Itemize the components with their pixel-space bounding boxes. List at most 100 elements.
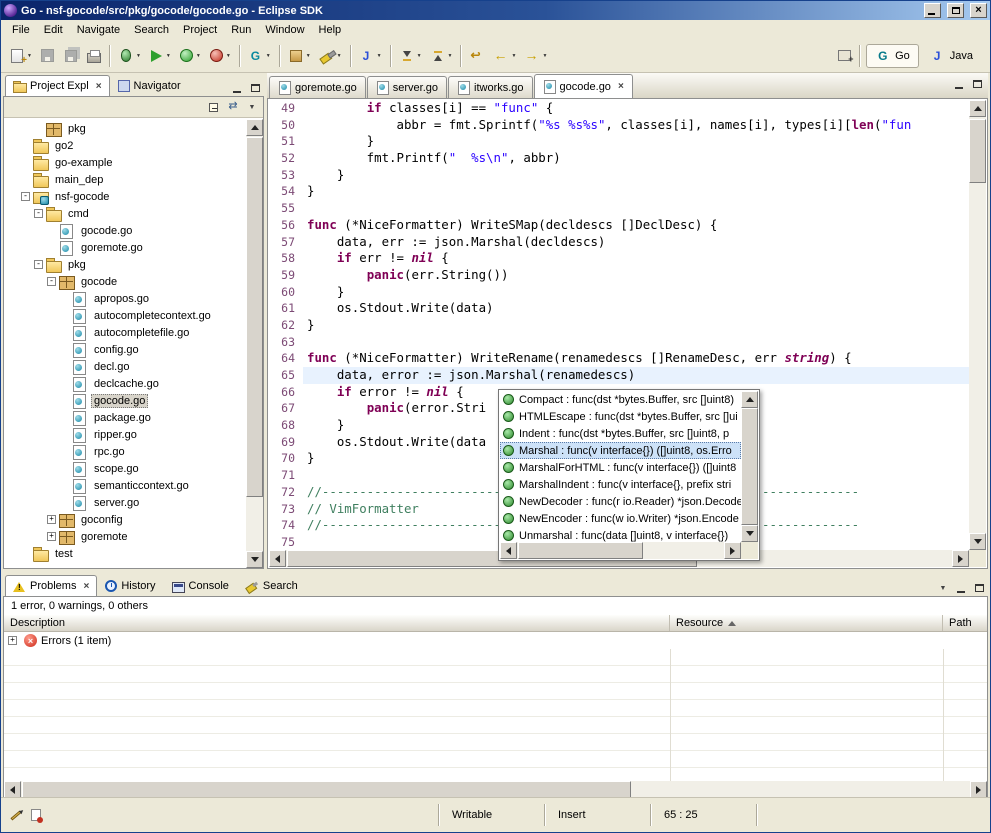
view-menu-button[interactable]: ▼ (243, 99, 261, 115)
code-line-60[interactable]: 60 } (269, 284, 969, 301)
scroll-left-button[interactable] (269, 550, 286, 567)
maximize-window-button[interactable] (947, 3, 964, 18)
tree-item-autocompletecontext-go[interactable]: autocompletecontext.go (4, 307, 246, 324)
dropdown-arrow-icon[interactable]: ▼ (226, 53, 231, 59)
editor-tab-gocode-go[interactable]: gocode.go× (534, 74, 633, 98)
collapse-all-button[interactable] (205, 99, 223, 115)
tree-item-server-go[interactable]: server.go (4, 494, 246, 511)
tree-item-semanticcontext-go[interactable]: semanticcontext.go (4, 477, 246, 494)
tree-item-declcache-go[interactable]: declcache.go (4, 375, 246, 392)
scrollbar-thumb[interactable] (969, 119, 986, 183)
tree-item-gocode[interactable]: -gocode (4, 273, 246, 290)
tree-item-goremote[interactable]: +goremote (4, 528, 246, 545)
tree-item-apropos-go[interactable]: apropos.go (4, 290, 246, 307)
completion-item-htmlescape[interactable]: HTMLEscape : func(dst *bytes.Buffer, src… (500, 408, 741, 425)
collapse-icon[interactable]: - (34, 209, 43, 218)
view-tab-search[interactable]: Search (237, 575, 306, 596)
tree-item-main-dep[interactable]: main_dep (4, 171, 246, 188)
menu-project[interactable]: Project (176, 22, 224, 38)
tree-item-decl-go[interactable]: decl.go (4, 358, 246, 375)
editor-tab-goremote-go[interactable]: goremote.go (269, 76, 366, 98)
view-tab-problems[interactable]: Problems× (5, 575, 97, 596)
new-wizard-button[interactable]: ▼ (5, 44, 36, 68)
dropdown-arrow-icon[interactable]: ▼ (196, 53, 201, 59)
editor-vertical-scrollbar[interactable] (969, 100, 986, 550)
completion-item-newdecoder[interactable]: NewDecoder : func(r io.Reader) *json.Dec… (500, 493, 741, 510)
problems-row[interactable]: +×Errors (1 item) (4, 632, 987, 649)
column-path[interactable]: Path (943, 615, 987, 631)
view-tab-history[interactable]: History (97, 575, 163, 596)
completion-item-indent[interactable]: Indent : func(dst *bytes.Buffer, src []u… (500, 425, 741, 442)
tree-item-config-go[interactable]: config.go (4, 341, 246, 358)
open-perspective-button[interactable] (835, 48, 853, 64)
close-tab-icon[interactable]: × (618, 81, 624, 92)
open-element-button[interactable]: ▼ (284, 44, 315, 68)
tree-item-rpc-go[interactable]: rpc.go (4, 443, 246, 460)
menu-help[interactable]: Help (312, 22, 349, 38)
print-button[interactable] (83, 44, 105, 68)
tree-item-goconfig[interactable]: +goconfig (4, 511, 246, 528)
previous-annotation-button[interactable]: ▼ (426, 44, 457, 68)
menu-edit[interactable]: Edit (37, 22, 70, 38)
external-tools-button[interactable]: ▼ (205, 44, 235, 68)
scroll-down-button[interactable] (969, 533, 986, 550)
code-line-51[interactable]: 51 } (269, 133, 969, 150)
tree-item-autocompletefile-go[interactable]: autocompletefile.go (4, 324, 246, 341)
editor-tab-server-go[interactable]: server.go (367, 76, 447, 98)
code-line-52[interactable]: 52 fmt.Printf(" %s\n", abbr) (269, 150, 969, 167)
tree-item-nsf-gocode[interactable]: -nsf-gocode (4, 188, 246, 205)
tree-item-goremote-go[interactable]: goremote.go (4, 239, 246, 256)
maximize-view-button[interactable] (970, 580, 988, 596)
tree-item-scope-go[interactable]: scope.go (4, 460, 246, 477)
maximize-editor-button[interactable] (968, 76, 986, 92)
close-view-icon[interactable]: × (83, 581, 89, 592)
tree-item-go2[interactable]: go2 (4, 137, 246, 154)
code-line-58[interactable]: 58 if err != nil { (269, 250, 969, 267)
dropdown-arrow-icon[interactable]: ▼ (306, 53, 311, 59)
run-button[interactable]: ▼ (145, 44, 175, 68)
menu-run[interactable]: Run (224, 22, 258, 38)
scroll-right-button[interactable] (970, 781, 987, 798)
forward-button[interactable]: ▼ (520, 44, 551, 68)
dropdown-arrow-icon[interactable]: ▼ (136, 53, 141, 59)
annotation-icon[interactable] (26, 805, 46, 825)
popup-vertical-scrollbar[interactable] (741, 391, 758, 542)
popup-horizontal-scrollbar[interactable] (500, 542, 741, 559)
expand-icon[interactable]: + (8, 636, 17, 645)
tree-item-go-example[interactable]: go-example (4, 154, 246, 171)
code-line-61[interactable]: 61 os.Stdout.Write(data) (269, 300, 969, 317)
tree-item-pkg[interactable]: -pkg (4, 256, 246, 273)
dropdown-arrow-icon[interactable]: ▼ (417, 53, 422, 59)
tab-project-explorer[interactable]: Project Expl × (5, 75, 110, 96)
column-description[interactable]: Description (4, 615, 670, 631)
scrollbar-thumb[interactable] (741, 408, 758, 525)
minimize-view-button[interactable] (952, 580, 970, 596)
code-line-65[interactable]: 65 data, error := json.Marshal(renamedes… (269, 367, 969, 384)
perspective-go-button[interactable]: Go (866, 44, 919, 68)
minimize-view-button[interactable] (228, 80, 246, 96)
scroll-right-button[interactable] (952, 550, 969, 567)
scroll-up-button[interactable] (246, 119, 263, 136)
expand-icon[interactable]: + (47, 515, 56, 524)
code-line-56[interactable]: 56func (*NiceFormatter) WriteSMap(declde… (269, 217, 969, 234)
perspective-java-button[interactable]: Java (921, 44, 982, 68)
code-line-50[interactable]: 50 abbr = fmt.Sprintf("%s %s%s", classes… (269, 117, 969, 134)
dropdown-arrow-icon[interactable]: ▼ (27, 53, 32, 59)
tree-item-package-go[interactable]: package.go (4, 409, 246, 426)
code-line-53[interactable]: 53 } (269, 167, 969, 184)
collapse-icon[interactable]: - (47, 277, 56, 286)
debug-button[interactable]: ▼ (114, 44, 145, 68)
scrollbar-thumb[interactable] (246, 137, 263, 497)
code-line-64[interactable]: 64func (*NiceFormatter) WriteRename(rena… (269, 350, 969, 367)
view-menu-button[interactable]: ▼ (934, 580, 952, 596)
code-line-59[interactable]: 59 panic(err.String()) (269, 267, 969, 284)
scroll-up-button[interactable] (969, 100, 986, 117)
dropdown-arrow-icon[interactable]: ▼ (266, 53, 271, 59)
last-edit-location-button[interactable] (465, 44, 489, 68)
new-go-element-button[interactable]: ▼ (244, 44, 275, 68)
tree-item-gocode-go[interactable]: gocode.go (4, 222, 246, 239)
java-element-button[interactable]: ▼ (355, 44, 386, 68)
collapse-icon[interactable]: - (21, 192, 30, 201)
code-line-63[interactable]: 63 (269, 334, 969, 351)
expand-icon[interactable]: + (47, 532, 56, 541)
